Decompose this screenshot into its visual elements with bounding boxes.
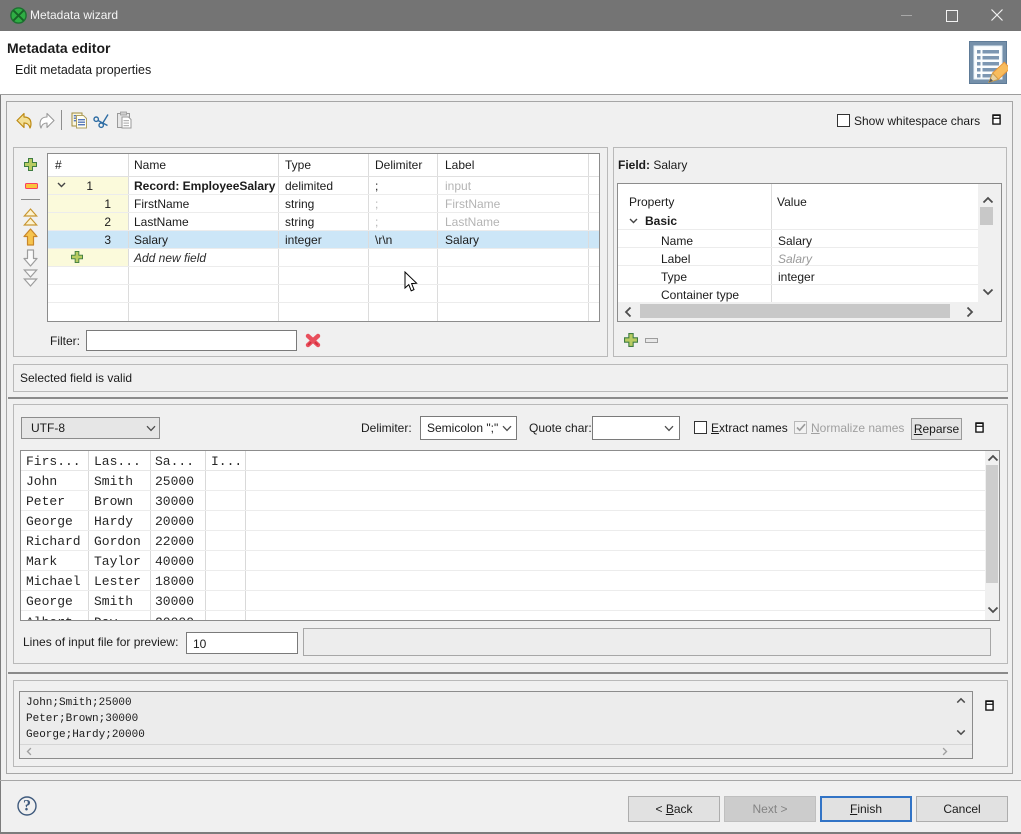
svg-text:?: ?: [23, 798, 31, 815]
